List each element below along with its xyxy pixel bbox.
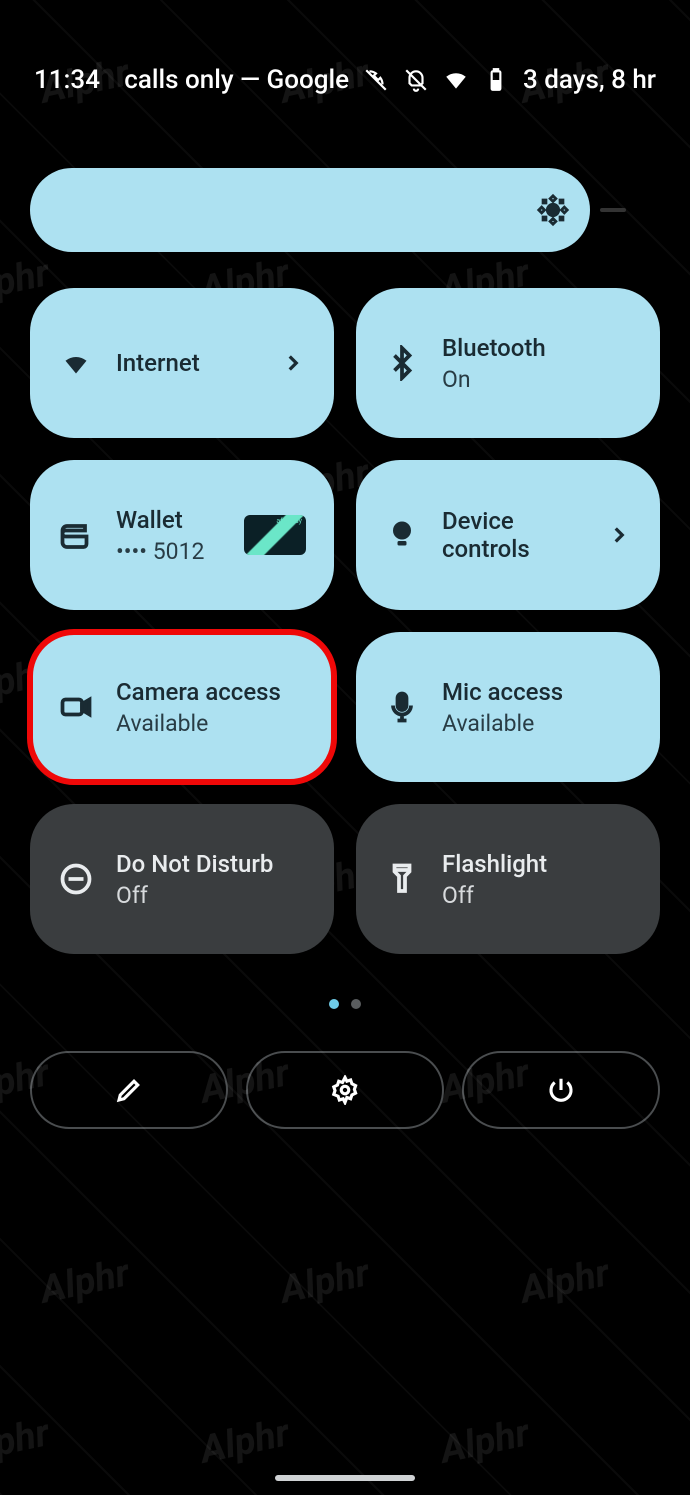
tile-subtitle: •••• 5012 — [116, 538, 222, 565]
navigation-handle[interactable] — [275, 1475, 415, 1481]
tile-wallet[interactable]: Wallet •••• 5012 — [30, 460, 334, 610]
flashlight-icon — [384, 861, 420, 897]
status-time: 11:34 — [34, 65, 100, 95]
tile-title: Do Not Disturb — [116, 850, 306, 878]
tile-title: Camera access — [116, 678, 306, 706]
tile-title: Mic access — [442, 678, 632, 706]
chevron-right-icon — [606, 522, 632, 548]
power-icon — [546, 1075, 576, 1105]
power-button[interactable] — [462, 1051, 660, 1129]
tile-subtitle: Off — [116, 882, 306, 909]
page-dot-active — [329, 999, 339, 1009]
tile-device-controls[interactable]: Device controls — [356, 460, 660, 610]
brightness-icon — [536, 193, 570, 227]
gear-icon — [330, 1075, 360, 1105]
chevron-right-icon — [280, 350, 306, 376]
dnd-icon — [58, 861, 94, 897]
tile-title: Device controls — [442, 507, 584, 563]
pencil-icon — [114, 1075, 144, 1105]
wifi-icon — [443, 67, 469, 93]
notifications-off-icon — [403, 67, 429, 93]
tile-title: Flashlight — [442, 850, 632, 878]
quick-settings-tiles: Internet Bluetooth On Wallet •••• 5012 D… — [0, 258, 690, 984]
phone-disabled-icon — [363, 67, 389, 93]
tile-subtitle: Off — [442, 882, 632, 909]
status-battery-text: 3 days, 8 hr — [523, 65, 656, 95]
page-indicator — [0, 994, 690, 1013]
camera-icon — [58, 689, 94, 725]
tile-title: Wallet — [116, 506, 222, 534]
wallet-card-thumbnail — [244, 515, 306, 555]
wifi-icon — [58, 345, 94, 381]
mic-icon — [384, 689, 420, 725]
page-dot — [351, 999, 361, 1009]
status-right: calls only — Google 3 days, 8 hr — [124, 65, 656, 95]
battery-icon — [483, 67, 509, 93]
tile-flashlight[interactable]: Flashlight Off — [356, 804, 660, 954]
brightness-slider[interactable] — [30, 168, 590, 252]
status-bar: 11:34 calls only — Google 3 days, 8 hr — [0, 0, 690, 160]
bluetooth-icon — [384, 345, 420, 381]
tile-subtitle: Available — [116, 710, 306, 737]
tile-subtitle: Available — [442, 710, 632, 737]
lightbulb-icon — [384, 517, 420, 553]
tile-internet[interactable]: Internet — [30, 288, 334, 438]
tile-bluetooth[interactable]: Bluetooth On — [356, 288, 660, 438]
tile-title: Internet — [116, 349, 258, 377]
tile-subtitle: On — [442, 366, 632, 393]
edit-button[interactable] — [30, 1051, 228, 1129]
tile-title: Bluetooth — [442, 334, 632, 362]
tile-camera-access[interactable]: Camera access Available — [30, 632, 334, 782]
tile-mic-access[interactable]: Mic access Available — [356, 632, 660, 782]
tile-do-not-disturb[interactable]: Do Not Disturb Off — [30, 804, 334, 954]
brightness-row — [0, 168, 690, 252]
bottom-actions — [0, 1051, 690, 1129]
wallet-icon — [58, 517, 94, 553]
status-carrier: calls only — Google — [124, 65, 349, 95]
settings-button[interactable] — [246, 1051, 444, 1129]
